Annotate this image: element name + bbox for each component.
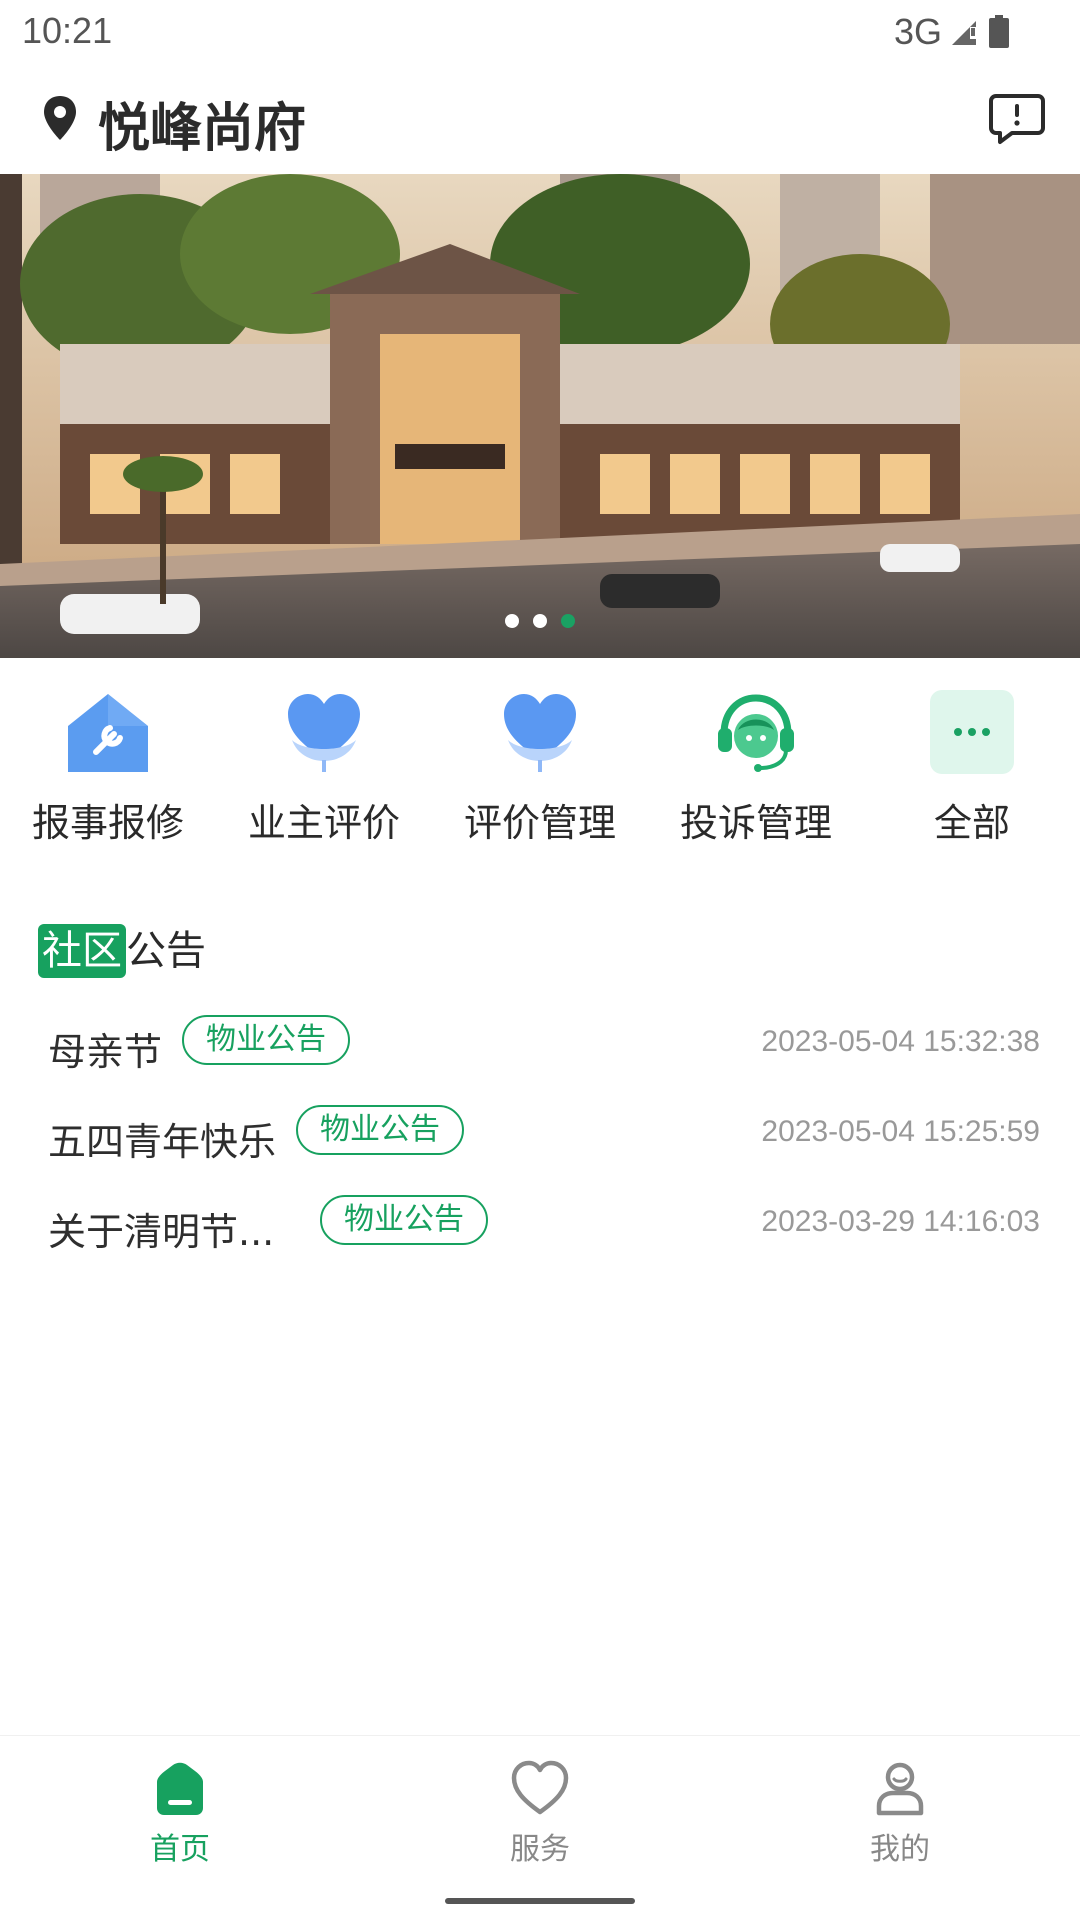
notice-title: 关于清明节... — [48, 1210, 275, 1254]
heart-icon — [511, 1760, 569, 1815]
tab-home[interactable]: 首页 — [0, 1736, 360, 1890]
banner-pagination — [0, 614, 1080, 628]
status-bar: 10:21 3G — [0, 0, 1080, 64]
notice-date: 2023-05-04 15:25:59 — [761, 1115, 1040, 1148]
tab-service[interactable]: 服务 — [360, 1736, 720, 1890]
quick-label: 报事报修 — [31, 801, 184, 845]
quick-item-all[interactable]: 全部 — [864, 690, 1080, 850]
tab-label: 我的 — [870, 1832, 930, 1867]
bottom-tab-bar: 首页 服务 我的 — [0, 1735, 1080, 1890]
banner-image — [0, 174, 1080, 658]
quick-menu: 报事报修 业主评价 评价管理 投诉管理 全部 — [0, 690, 1080, 850]
home-indicator — [445, 1898, 635, 1904]
quick-item-review-management[interactable]: 评价管理 — [432, 690, 648, 850]
quick-item-owner-review[interactable]: 业主评价 — [216, 690, 432, 850]
notice-title: 母亲节 — [48, 1030, 163, 1074]
customer-service-icon — [718, 694, 794, 772]
repair-house-icon — [68, 694, 148, 772]
quick-label: 业主评价 — [247, 801, 400, 845]
notice-tag: 物业公告 — [182, 1015, 350, 1065]
banner-dot-active[interactable] — [561, 614, 575, 628]
battery-icon — [989, 15, 1009, 48]
notice-tag: 物业公告 — [296, 1105, 464, 1155]
quick-item-complaints[interactable]: 投诉管理 — [648, 690, 864, 850]
notices-title-highlight: 社区 — [38, 924, 126, 978]
status-time: 10:21 — [22, 10, 113, 51]
signal-icon — [952, 21, 976, 45]
tab-mine[interactable]: 我的 — [720, 1736, 1080, 1890]
network-type: 3G — [893, 11, 942, 52]
tab-label: 首页 — [150, 1832, 210, 1867]
banner-dot[interactable] — [533, 614, 547, 628]
notice-row[interactable]: 关于清明节... 物业公告 2023-03-29 14:16:03 — [0, 1195, 1080, 1255]
location-pin-icon[interactable] — [40, 94, 80, 144]
tab-label: 服务 — [510, 1832, 570, 1867]
notice-row[interactable]: 五四青年快乐 物业公告 2023-05-04 15:25:59 — [0, 1105, 1080, 1165]
quick-label: 评价管理 — [463, 801, 616, 845]
notice-date: 2023-03-29 14:16:03 — [761, 1205, 1040, 1238]
banner-dot[interactable] — [505, 614, 519, 628]
quick-label: 全部 — [933, 801, 1010, 845]
quick-item-repair[interactable]: 报事报修 — [0, 690, 216, 850]
heart-flower-icon — [504, 694, 576, 772]
notices-title: 社区 公告 — [38, 921, 206, 981]
message-icon[interactable] — [988, 92, 1046, 146]
heart-flower-icon — [288, 694, 360, 772]
notice-date: 2023-05-04 15:32:38 — [761, 1025, 1040, 1058]
home-icon — [157, 1762, 203, 1815]
notice-tag: 物业公告 — [320, 1195, 488, 1245]
notice-title: 五四青年快乐 — [48, 1120, 277, 1164]
profile-icon — [876, 1762, 924, 1816]
notice-row[interactable]: 母亲节 物业公告 2023-05-04 15:32:38 — [0, 1015, 1080, 1075]
status-indicators: 3G — [893, 11, 1010, 52]
quick-label: 投诉管理 — [679, 801, 832, 845]
more-icon — [930, 690, 1014, 774]
community-name[interactable]: 悦峰尚府 — [98, 86, 306, 161]
banner-carousel[interactable] — [0, 174, 1080, 658]
header: 悦峰尚府 — [0, 64, 1080, 174]
notices-title-rest: 公告 — [126, 928, 206, 974]
